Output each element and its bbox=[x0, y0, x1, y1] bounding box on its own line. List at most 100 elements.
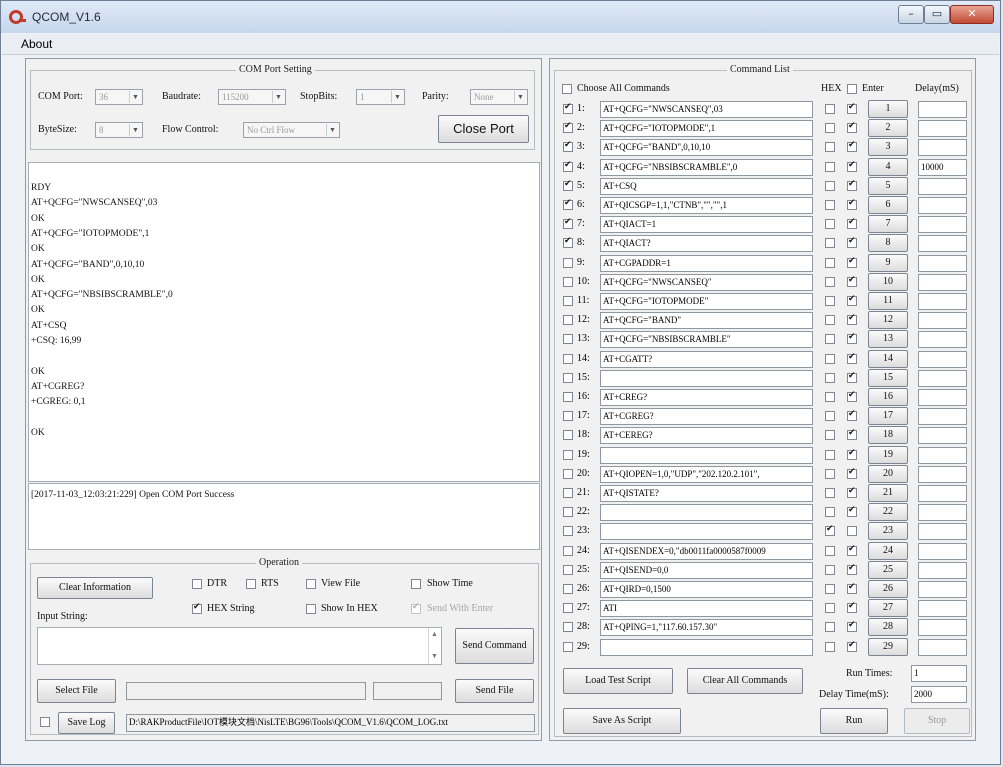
send-command-26-button[interactable]: 26 bbox=[868, 580, 908, 598]
command-delay-field[interactable] bbox=[918, 542, 967, 560]
command-input[interactable] bbox=[600, 504, 813, 522]
command-hex-checkbox[interactable] bbox=[825, 411, 835, 422]
scroll-down-icon[interactable]: ▼ bbox=[431, 652, 438, 660]
view-file-checkbox[interactable] bbox=[306, 579, 316, 589]
command-hex-checkbox[interactable] bbox=[825, 372, 835, 383]
send-command-button[interactable]: Send Command bbox=[455, 628, 534, 664]
command-input[interactable] bbox=[600, 523, 813, 541]
command-hex-checkbox[interactable] bbox=[825, 180, 835, 191]
command-enter-checkbox[interactable] bbox=[847, 640, 857, 652]
command-select-checkbox[interactable] bbox=[563, 296, 573, 306]
send-command-19-button[interactable]: 19 bbox=[868, 445, 908, 464]
command-enter-checkbox[interactable] bbox=[847, 102, 857, 114]
command-select-checkbox[interactable] bbox=[563, 140, 573, 153]
command-delay-field[interactable] bbox=[918, 619, 967, 637]
command-delay-field[interactable] bbox=[918, 446, 967, 464]
command-select-checkbox[interactable] bbox=[563, 315, 573, 326]
command-select-checkbox[interactable] bbox=[563, 179, 573, 191]
command-enter-checkbox[interactable] bbox=[847, 371, 857, 383]
command-hex-checkbox[interactable] bbox=[825, 524, 835, 537]
command-enter-checkbox[interactable] bbox=[847, 544, 857, 556]
command-input[interactable]: AT+QCFG="NBSIBSCRAMBLE",0 bbox=[600, 158, 813, 176]
command-input[interactable]: AT+CGREG? bbox=[600, 408, 813, 426]
save-log-checkbox[interactable] bbox=[40, 717, 50, 727]
command-select-checkbox[interactable] bbox=[563, 411, 573, 422]
command-delay-field[interactable] bbox=[918, 273, 967, 291]
command-input[interactable]: AT+CGATT? bbox=[600, 350, 813, 368]
send-command-27-button[interactable]: 27 bbox=[868, 599, 908, 618]
command-select-checkbox[interactable] bbox=[563, 217, 573, 230]
command-delay-field[interactable] bbox=[918, 139, 967, 157]
command-enter-checkbox[interactable] bbox=[847, 563, 857, 575]
command-hex-checkbox[interactable] bbox=[825, 161, 835, 172]
command-select-checkbox[interactable] bbox=[563, 603, 573, 614]
command-delay-field[interactable] bbox=[918, 561, 967, 579]
send-command-1-button[interactable]: 1 bbox=[868, 100, 908, 118]
command-select-checkbox[interactable] bbox=[563, 121, 573, 134]
choose-all-checkbox[interactable] bbox=[562, 84, 572, 94]
close-window-button[interactable]: ✕ bbox=[950, 5, 994, 24]
log-path-field[interactable]: D:\RAKProductFile\IOT模块文档\NisLTE\BG96\To… bbox=[126, 714, 535, 732]
close-port-button[interactable]: Close Port bbox=[438, 115, 529, 143]
send-command-21-button[interactable]: 21 bbox=[868, 484, 908, 502]
command-select-checkbox[interactable] bbox=[563, 257, 573, 268]
stopbits-select[interactable]: 1 ▼ bbox=[356, 89, 405, 105]
command-input[interactable]: AT+CEREG? bbox=[600, 427, 813, 445]
minimize-button[interactable]: – bbox=[898, 5, 924, 24]
command-select-checkbox[interactable] bbox=[563, 198, 573, 210]
command-enter-checkbox[interactable] bbox=[847, 448, 857, 460]
send-command-16-button[interactable]: 16 bbox=[868, 388, 908, 406]
command-hex-checkbox[interactable] bbox=[825, 315, 835, 326]
command-select-checkbox[interactable] bbox=[563, 564, 573, 575]
dtr-checkbox[interactable] bbox=[192, 579, 202, 589]
save-as-script-button[interactable]: Save As Script bbox=[563, 708, 681, 734]
send-command-17-button[interactable]: 17 bbox=[868, 407, 908, 426]
parity-select[interactable]: None ▼ bbox=[470, 89, 528, 105]
command-delay-field[interactable] bbox=[918, 177, 967, 195]
command-hex-checkbox[interactable] bbox=[825, 641, 835, 652]
command-select-checkbox[interactable] bbox=[563, 449, 573, 460]
command-delay-field[interactable] bbox=[918, 235, 967, 253]
command-input[interactable] bbox=[600, 446, 813, 464]
command-delay-field[interactable] bbox=[918, 120, 967, 138]
command-enter-checkbox[interactable] bbox=[847, 121, 857, 134]
save-log-button[interactable]: Save Log bbox=[58, 712, 115, 734]
command-delay-field[interactable] bbox=[918, 350, 967, 368]
command-delay-field[interactable] bbox=[918, 465, 967, 483]
command-enter-checkbox[interactable] bbox=[847, 198, 857, 210]
command-select-checkbox[interactable] bbox=[563, 353, 573, 364]
command-input[interactable]: AT+QIACT=1 bbox=[600, 216, 813, 234]
command-select-checkbox[interactable] bbox=[563, 276, 573, 287]
command-input[interactable]: AT+CGPADDR=1 bbox=[600, 254, 813, 272]
bytesize-select[interactable]: 8 ▼ bbox=[95, 122, 143, 138]
rts-checkbox[interactable] bbox=[246, 579, 256, 589]
hex-string-checkbox[interactable] bbox=[192, 602, 202, 614]
command-select-checkbox[interactable] bbox=[563, 584, 573, 594]
command-select-checkbox[interactable] bbox=[563, 392, 573, 402]
command-input[interactable]: AT+QIACT? bbox=[600, 235, 813, 253]
command-input[interactable]: AT+QCFG="NWSCANSEQ" bbox=[600, 273, 813, 291]
command-delay-field[interactable] bbox=[918, 312, 967, 330]
command-delay-field[interactable] bbox=[918, 197, 967, 214]
command-delay-field[interactable] bbox=[918, 408, 967, 426]
send-command-20-button[interactable]: 20 bbox=[868, 464, 908, 483]
command-select-checkbox[interactable] bbox=[563, 372, 573, 383]
command-hex-checkbox[interactable] bbox=[825, 564, 835, 575]
baudrate-select[interactable]: 115200 ▼ bbox=[218, 89, 286, 105]
command-hex-checkbox[interactable] bbox=[825, 200, 835, 210]
send-command-3-button[interactable]: 3 bbox=[868, 138, 908, 157]
command-delay-field[interactable] bbox=[918, 101, 967, 118]
command-delay-field[interactable] bbox=[918, 504, 967, 522]
command-enter-checkbox[interactable] bbox=[847, 352, 857, 364]
command-input[interactable]: AT+QPING=1,"117.60.157.30" bbox=[600, 619, 813, 637]
command-hex-checkbox[interactable] bbox=[825, 334, 835, 345]
command-input[interactable]: AT+QICSGP=1,1,"CTNB","","",1 bbox=[600, 197, 813, 214]
command-enter-checkbox[interactable] bbox=[847, 217, 857, 230]
command-delay-field[interactable] bbox=[918, 581, 967, 598]
command-delay-field[interactable] bbox=[918, 254, 967, 272]
command-enter-checkbox[interactable] bbox=[847, 620, 857, 633]
send-command-11-button[interactable]: 11 bbox=[868, 292, 908, 310]
command-input[interactable] bbox=[600, 369, 813, 387]
command-select-checkbox[interactable] bbox=[563, 334, 573, 345]
command-enter-checkbox[interactable] bbox=[847, 140, 857, 153]
